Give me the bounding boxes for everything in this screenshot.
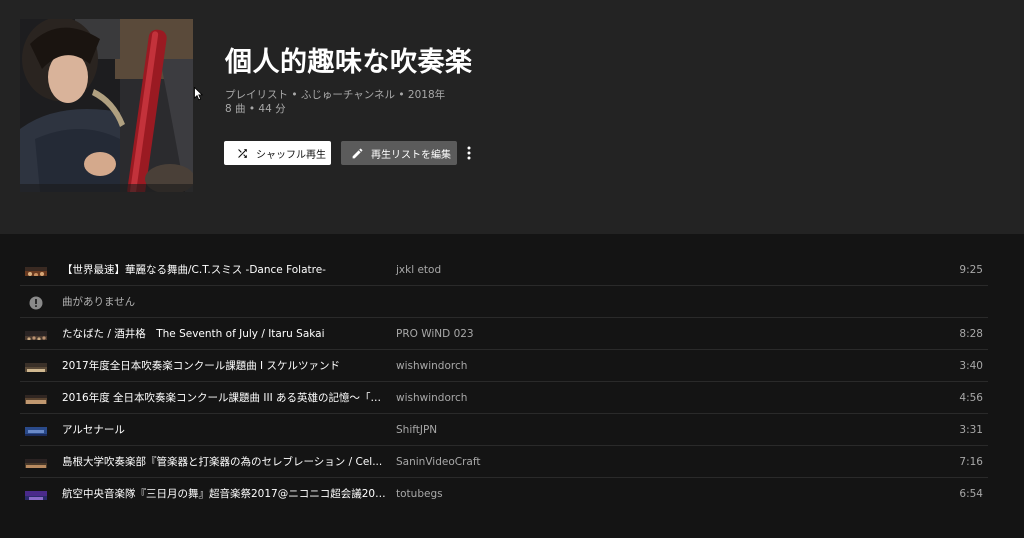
track-title[interactable]: 航空中央音楽隊『三日月の舞』超音楽祭2017@ニコニコ超会議2017	[62, 478, 387, 510]
track-artist[interactable]: wishwindorch	[396, 382, 467, 414]
track-thumbnail	[25, 488, 47, 500]
track-title[interactable]: 【世界最速】華麗なる舞曲/C.T.スミス -Dance Folatre-	[62, 254, 387, 286]
track-thumbnail	[25, 392, 47, 404]
track-artist[interactable]: totubegs	[396, 478, 443, 510]
track-duration: 3:40	[959, 360, 983, 372]
track-row[interactable]: アルセナール ShiftJPN 3:31	[20, 414, 988, 446]
track-duration: 6:54	[959, 488, 983, 500]
track-row-unavailable: 曲がありません	[20, 286, 988, 318]
track-duration: 3:31	[959, 424, 983, 436]
more-vert-icon	[467, 146, 471, 160]
shuffle-play-label: シャッフル再生	[256, 149, 326, 161]
playlist-cover-image[interactable]	[20, 19, 193, 192]
track-title[interactable]: たなばた / 酒井格 The Seventh of July / Itaru S…	[62, 318, 387, 350]
edit-playlist-button[interactable]: 再生リストを編集	[341, 141, 457, 165]
track-duration: 8:28	[959, 328, 983, 340]
pencil-icon	[351, 147, 364, 160]
track-artist[interactable]: jxkl etod	[396, 254, 441, 286]
playlist-header: 個人的趣味な吹奏楽 プレイリスト • ふじゅーチャンネル • 2018年 8 曲…	[0, 0, 1024, 234]
track-title: 曲がありません	[62, 296, 136, 308]
cover-photo	[20, 19, 193, 192]
track-thumbnail	[25, 360, 47, 372]
shuffle-icon	[236, 147, 249, 160]
mouse-cursor-icon	[194, 86, 204, 105]
track-duration: 9:25	[959, 264, 983, 276]
shuffle-play-button[interactable]: シャッフル再生	[224, 141, 331, 165]
track-artist[interactable]: ShiftJPN	[396, 414, 437, 446]
edit-playlist-label: 再生リストを編集	[371, 149, 451, 161]
track-thumbnail	[25, 264, 47, 276]
track-duration: 7:16	[959, 456, 983, 468]
playlist-title: 個人的趣味な吹奏楽	[225, 47, 473, 78]
track-thumbnail	[25, 328, 47, 340]
track-title[interactable]: 2016年度 全日本吹奏楽コンクール課題曲 III ある英雄の記憶～「虹...	[62, 382, 387, 414]
track-title[interactable]: 島根大学吹奏楽部『管楽器と打楽器の為のセレブレーション / Cel...	[62, 446, 387, 478]
track-title[interactable]: アルセナール	[62, 414, 387, 446]
more-options-button[interactable]	[463, 144, 475, 162]
track-thumbnail	[25, 456, 47, 468]
track-artist[interactable]: SaninVideoCraft	[396, 446, 480, 478]
track-row[interactable]: 2017年度全日本吹奏楽コンクール課題曲 I スケルツァンド wishwindo…	[20, 350, 988, 382]
track-row[interactable]: 島根大学吹奏楽部『管楽器と打楽器の為のセレブレーション / Cel... San…	[20, 446, 988, 478]
alert-circle-icon	[29, 295, 43, 310]
track-row[interactable]: 2016年度 全日本吹奏楽コンクール課題曲 III ある英雄の記憶～「虹... …	[20, 382, 988, 414]
track-list: 【世界最速】華麗なる舞曲/C.T.スミス -Dance Folatre- jxk…	[20, 254, 988, 510]
playlist-meta-stats: 8 曲 • 44 分	[225, 103, 286, 115]
track-title[interactable]: 2017年度全日本吹奏楽コンクール課題曲 I スケルツァンド	[62, 350, 387, 382]
track-duration: 4:56	[959, 392, 983, 404]
track-row[interactable]: たなばた / 酒井格 The Seventh of July / Itaru S…	[20, 318, 988, 350]
playlist-meta-owner: プレイリスト • ふじゅーチャンネル • 2018年	[225, 89, 446, 101]
track-thumbnail	[25, 424, 47, 436]
track-row[interactable]: 航空中央音楽隊『三日月の舞』超音楽祭2017@ニコニコ超会議2017 totub…	[20, 478, 988, 510]
track-artist[interactable]: PRO WiND 023	[396, 318, 474, 350]
track-artist[interactable]: wishwindorch	[396, 350, 467, 382]
track-row[interactable]: 【世界最速】華麗なる舞曲/C.T.スミス -Dance Folatre- jxk…	[20, 254, 988, 286]
